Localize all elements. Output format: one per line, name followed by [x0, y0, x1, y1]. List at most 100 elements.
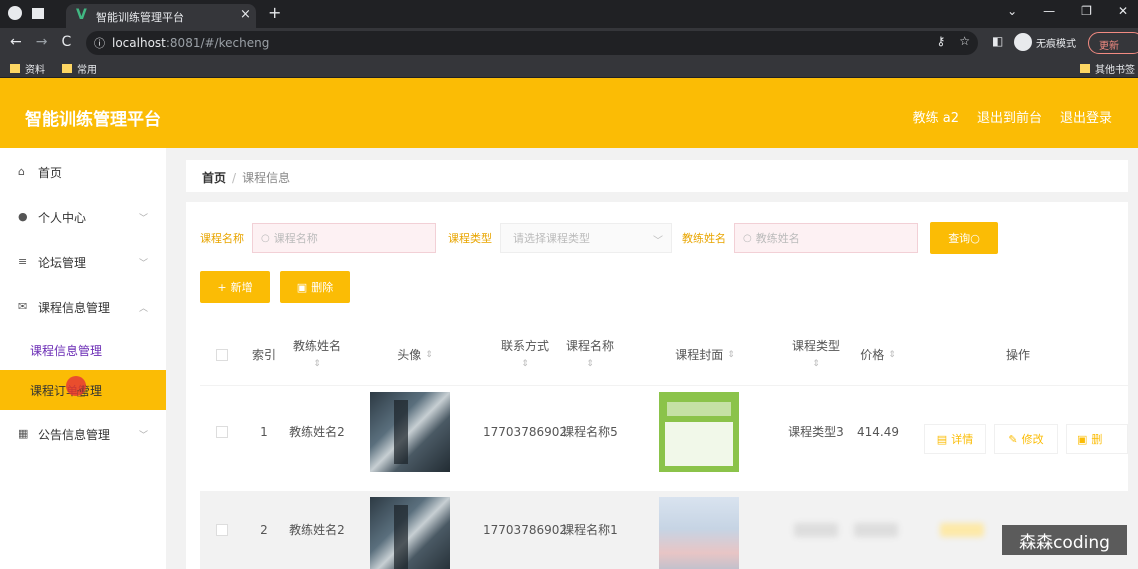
sidebar-item-notice[interactable]: ▦ 公告信息管理 ﹀: [0, 414, 166, 454]
th-cover[interactable]: 课程封面 ⇕: [640, 324, 770, 386]
new-tab-icon[interactable]: +: [268, 3, 281, 22]
row-checkbox[interactable]: [216, 426, 228, 438]
sidepanel-icon[interactable]: ◧: [992, 34, 1003, 48]
bookmark-folder-1[interactable]: 资料: [10, 61, 45, 76]
cell-price: 414.49: [857, 425, 899, 439]
tab-close-icon[interactable]: ×: [240, 7, 251, 22]
vue-favicon-icon: V: [76, 7, 87, 23]
chrome-icon[interactable]: [8, 6, 22, 20]
course-name-input[interactable]: ○ 课程名称: [252, 223, 436, 253]
logout-link[interactable]: 退出登录: [1060, 107, 1112, 126]
sort-icon: ⇕: [727, 350, 735, 360]
cell-contact: 17703786902: [483, 425, 567, 439]
folder-icon: [62, 64, 72, 73]
tab-title: 智能训练管理平台: [96, 11, 184, 24]
browser-tab[interactable]: V 智能训练管理平台 ×: [66, 4, 256, 28]
sort-icon: ⇕: [521, 359, 529, 369]
chevron-down-icon: ﹀: [138, 258, 148, 269]
th-course-type[interactable]: 课程类型 ⇕: [784, 324, 848, 386]
sidebar-item-forum[interactable]: ≡ 论坛管理 ﹀: [0, 242, 166, 282]
course-name-label: 课程名称: [200, 232, 244, 245]
row-delete-button[interactable]: ▣ 删: [1066, 424, 1128, 454]
cell-index: 2: [260, 523, 268, 537]
info-icon[interactable]: ⓘ: [94, 35, 105, 51]
blurred-cell: [794, 523, 838, 537]
app-header: 智能训练管理平台 教练 a2 退出到前台 退出登录: [0, 78, 1138, 148]
breadcrumb: 首页 / 课程信息: [186, 160, 1128, 192]
th-index: 索引: [251, 348, 276, 362]
bookmarks-bar: 资料 常用 其他书签: [0, 58, 1138, 78]
avatar-image: [370, 392, 450, 472]
omnibox[interactable]: ⓘ localhost:8081/#/kecheng ⚷ ☆: [86, 31, 978, 55]
content-panel: 课程名称 ○ 课程名称 课程类型 请选择课程类型 ﹀ 教练姓名 ○ 教练姓名 查…: [186, 202, 1128, 569]
restore-icon[interactable]: ❐: [1081, 4, 1092, 18]
bookmark-folder-2[interactable]: 常用: [62, 61, 97, 76]
add-button[interactable]: + 新增: [200, 271, 270, 303]
trash-icon: ▣: [296, 280, 308, 294]
chevron-up-icon: ︿: [138, 303, 148, 314]
browser-tabbar: V 智能训练管理平台 × + ⌄ — ❐ ✕: [0, 0, 1138, 28]
breadcrumb-current: 课程信息: [242, 171, 291, 185]
forward-icon[interactable]: →: [36, 34, 48, 50]
url-text[interactable]: localhost:8081/#/kecheng: [112, 36, 269, 50]
trash-icon: ▣: [1077, 432, 1088, 446]
sidebar-item-home[interactable]: ⌂ 首页: [0, 152, 166, 192]
tab-search-icon[interactable]: [32, 8, 44, 19]
bookmark-star-icon[interactable]: ☆: [959, 34, 970, 48]
minimize-icon[interactable]: —: [1043, 4, 1055, 18]
back-icon[interactable]: ←: [10, 34, 22, 50]
chevron-down-icon: ﹀: [138, 430, 148, 441]
close-window-icon[interactable]: ✕: [1118, 4, 1128, 18]
notice-icon: ▦: [18, 427, 29, 440]
th-price[interactable]: 价格 ⇕: [848, 324, 908, 386]
current-user: 教练 a2: [912, 111, 959, 126]
back-to-front-link[interactable]: 退出到前台: [977, 107, 1042, 126]
app-title: 智能训练管理平台: [25, 110, 161, 130]
query-button[interactable]: 查询 ○: [930, 222, 998, 254]
sidebar-item-course-info[interactable]: ✉ 课程信息管理 ︿: [0, 287, 166, 327]
coach-name-input[interactable]: ○ 教练姓名: [734, 223, 918, 253]
select-all-checkbox[interactable]: [216, 349, 228, 361]
course-type-select[interactable]: 请选择课程类型 ﹀: [500, 223, 672, 253]
tab-list-icon[interactable]: ⌄: [1007, 4, 1017, 18]
search-form: 课程名称 ○ 课程名称 课程类型 请选择课程类型 ﹀ 教练姓名 ○ 教练姓名 查…: [200, 222, 998, 254]
row-checkbox[interactable]: [216, 524, 228, 536]
edit-button[interactable]: ✎ 修改: [994, 424, 1058, 454]
th-coach-name[interactable]: 教练姓名 ⇕: [284, 324, 350, 386]
th-ops: 操作: [1005, 348, 1030, 362]
home-icon: ⌂: [18, 165, 25, 178]
incognito-icon: [1014, 33, 1032, 51]
sort-icon: ⇕: [425, 350, 433, 360]
hand-cursor-icon: ☝: [76, 382, 86, 401]
incognito-label: 无痕模式: [1036, 38, 1076, 50]
detail-button[interactable]: ▤ 详情: [924, 424, 986, 454]
cell-coach-name: 教练姓名2: [289, 425, 345, 439]
plus-icon: +: [217, 280, 227, 294]
search-icon: ○: [970, 231, 980, 245]
other-bookmarks[interactable]: 其他书签: [1080, 61, 1135, 76]
sidebar-item-profile[interactable]: ● 个人中心 ﹀: [0, 197, 166, 237]
th-contact[interactable]: 联系方式 ⇕: [490, 324, 560, 386]
cell-coach-name: 教练姓名2: [289, 523, 345, 537]
mail-icon: ✉: [18, 300, 28, 313]
delete-button[interactable]: ▣ 删除: [280, 271, 350, 303]
sidebar: ⌂ 首页 ● 个人中心 ﹀ ≡ 论坛管理 ﹀ ✉ 课程信息管理 ︿ 课程信息管理…: [0, 148, 166, 569]
reload-icon[interactable]: C: [61, 34, 71, 50]
user-icon: ●: [18, 210, 28, 223]
edit-icon: ✎: [1008, 432, 1018, 446]
th-avatar[interactable]: 头像 ⇕: [350, 324, 480, 386]
course-type-label: 课程类型: [448, 232, 492, 245]
course-cover-image: [659, 497, 739, 569]
list-icon: ≡: [18, 255, 28, 268]
key-icon[interactable]: ⚷: [936, 34, 945, 48]
course-cover-image: [659, 392, 739, 472]
update-button[interactable]: 更新: [1088, 32, 1138, 54]
cell-course-type: 课程类型3: [788, 425, 844, 439]
detail-icon: ▤: [936, 432, 948, 446]
folder-icon: [1080, 64, 1090, 73]
th-course-name[interactable]: 课程名称 ⇕: [560, 324, 620, 386]
breadcrumb-home[interactable]: 首页: [202, 171, 226, 185]
cell-course-name: 课程名称5: [562, 425, 618, 439]
sidebar-sub-course-info[interactable]: 课程信息管理: [0, 330, 166, 370]
incognito-profile[interactable]: 无痕模式: [1014, 33, 1076, 51]
